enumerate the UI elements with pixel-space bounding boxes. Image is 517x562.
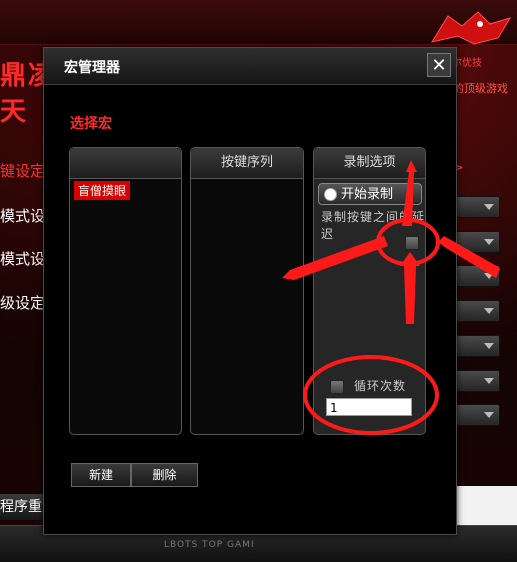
start-record-label: 开始录制 bbox=[341, 187, 394, 202]
dialog-titlebar: 宏管理器 ✕ bbox=[44, 48, 456, 85]
start-record-button[interactable]: 开始录制 bbox=[318, 183, 422, 205]
loop-count-checkbox[interactable] bbox=[330, 380, 344, 394]
record-delay-checkbox[interactable] bbox=[405, 236, 419, 250]
close-button[interactable]: ✕ bbox=[427, 53, 451, 77]
menu-item-advanced[interactable]: 级设定 bbox=[0, 292, 44, 313]
wolf-logo-icon bbox=[430, 11, 512, 45]
background-dropdown[interactable] bbox=[450, 404, 500, 426]
reset-program-button[interactable]: 程序重置 bbox=[0, 494, 46, 520]
background-dropdown[interactable] bbox=[450, 370, 500, 392]
footer-text: LBOTS TOP GAMI bbox=[164, 540, 255, 550]
record-radio-icon bbox=[324, 188, 337, 201]
select-macro-label: 选择宏 bbox=[70, 116, 112, 132]
new-macro-button[interactable]: 新建 bbox=[71, 463, 131, 487]
background-dropdown[interactable] bbox=[450, 265, 500, 287]
background-dropdown[interactable] bbox=[450, 300, 500, 322]
macro-manager-dialog: 宏管理器 ✕ 选择宏 盲僧摸眼 按键序列 录制选项 开始录制 录制按键之间的延迟… bbox=[43, 47, 457, 535]
dialog-title: 宏管理器 bbox=[64, 60, 120, 76]
menu-item-key-settings[interactable]: 键设定 bbox=[0, 160, 44, 181]
macro-list-item[interactable]: 盲僧摸眼 bbox=[74, 181, 131, 200]
record-options-panel: 录制选项 开始录制 录制按键之间的延迟 循环次数 1 bbox=[313, 147, 426, 435]
delete-macro-button[interactable]: 删除 bbox=[131, 463, 198, 487]
macro-list-panel: 盲僧摸眼 bbox=[69, 147, 182, 435]
menu-item-mode-2[interactable]: 模式设 bbox=[0, 248, 44, 269]
menu-item-mode-1[interactable]: 模式设 bbox=[0, 205, 44, 226]
loop-count-input[interactable]: 1 bbox=[326, 398, 412, 416]
key-sequence-header: 按键序列 bbox=[191, 148, 303, 179]
record-options-header: 录制选项 bbox=[314, 148, 425, 179]
right-subtitle: 的顶级游戏 bbox=[453, 82, 508, 95]
background-dropdown[interactable] bbox=[450, 196, 500, 218]
loop-count-label: 循环次数 bbox=[354, 379, 407, 393]
macro-list-header bbox=[70, 148, 181, 179]
background-dropdown[interactable] bbox=[450, 335, 500, 357]
key-sequence-panel: 按键序列 bbox=[190, 147, 304, 435]
background-dropdown[interactable] bbox=[450, 231, 500, 253]
